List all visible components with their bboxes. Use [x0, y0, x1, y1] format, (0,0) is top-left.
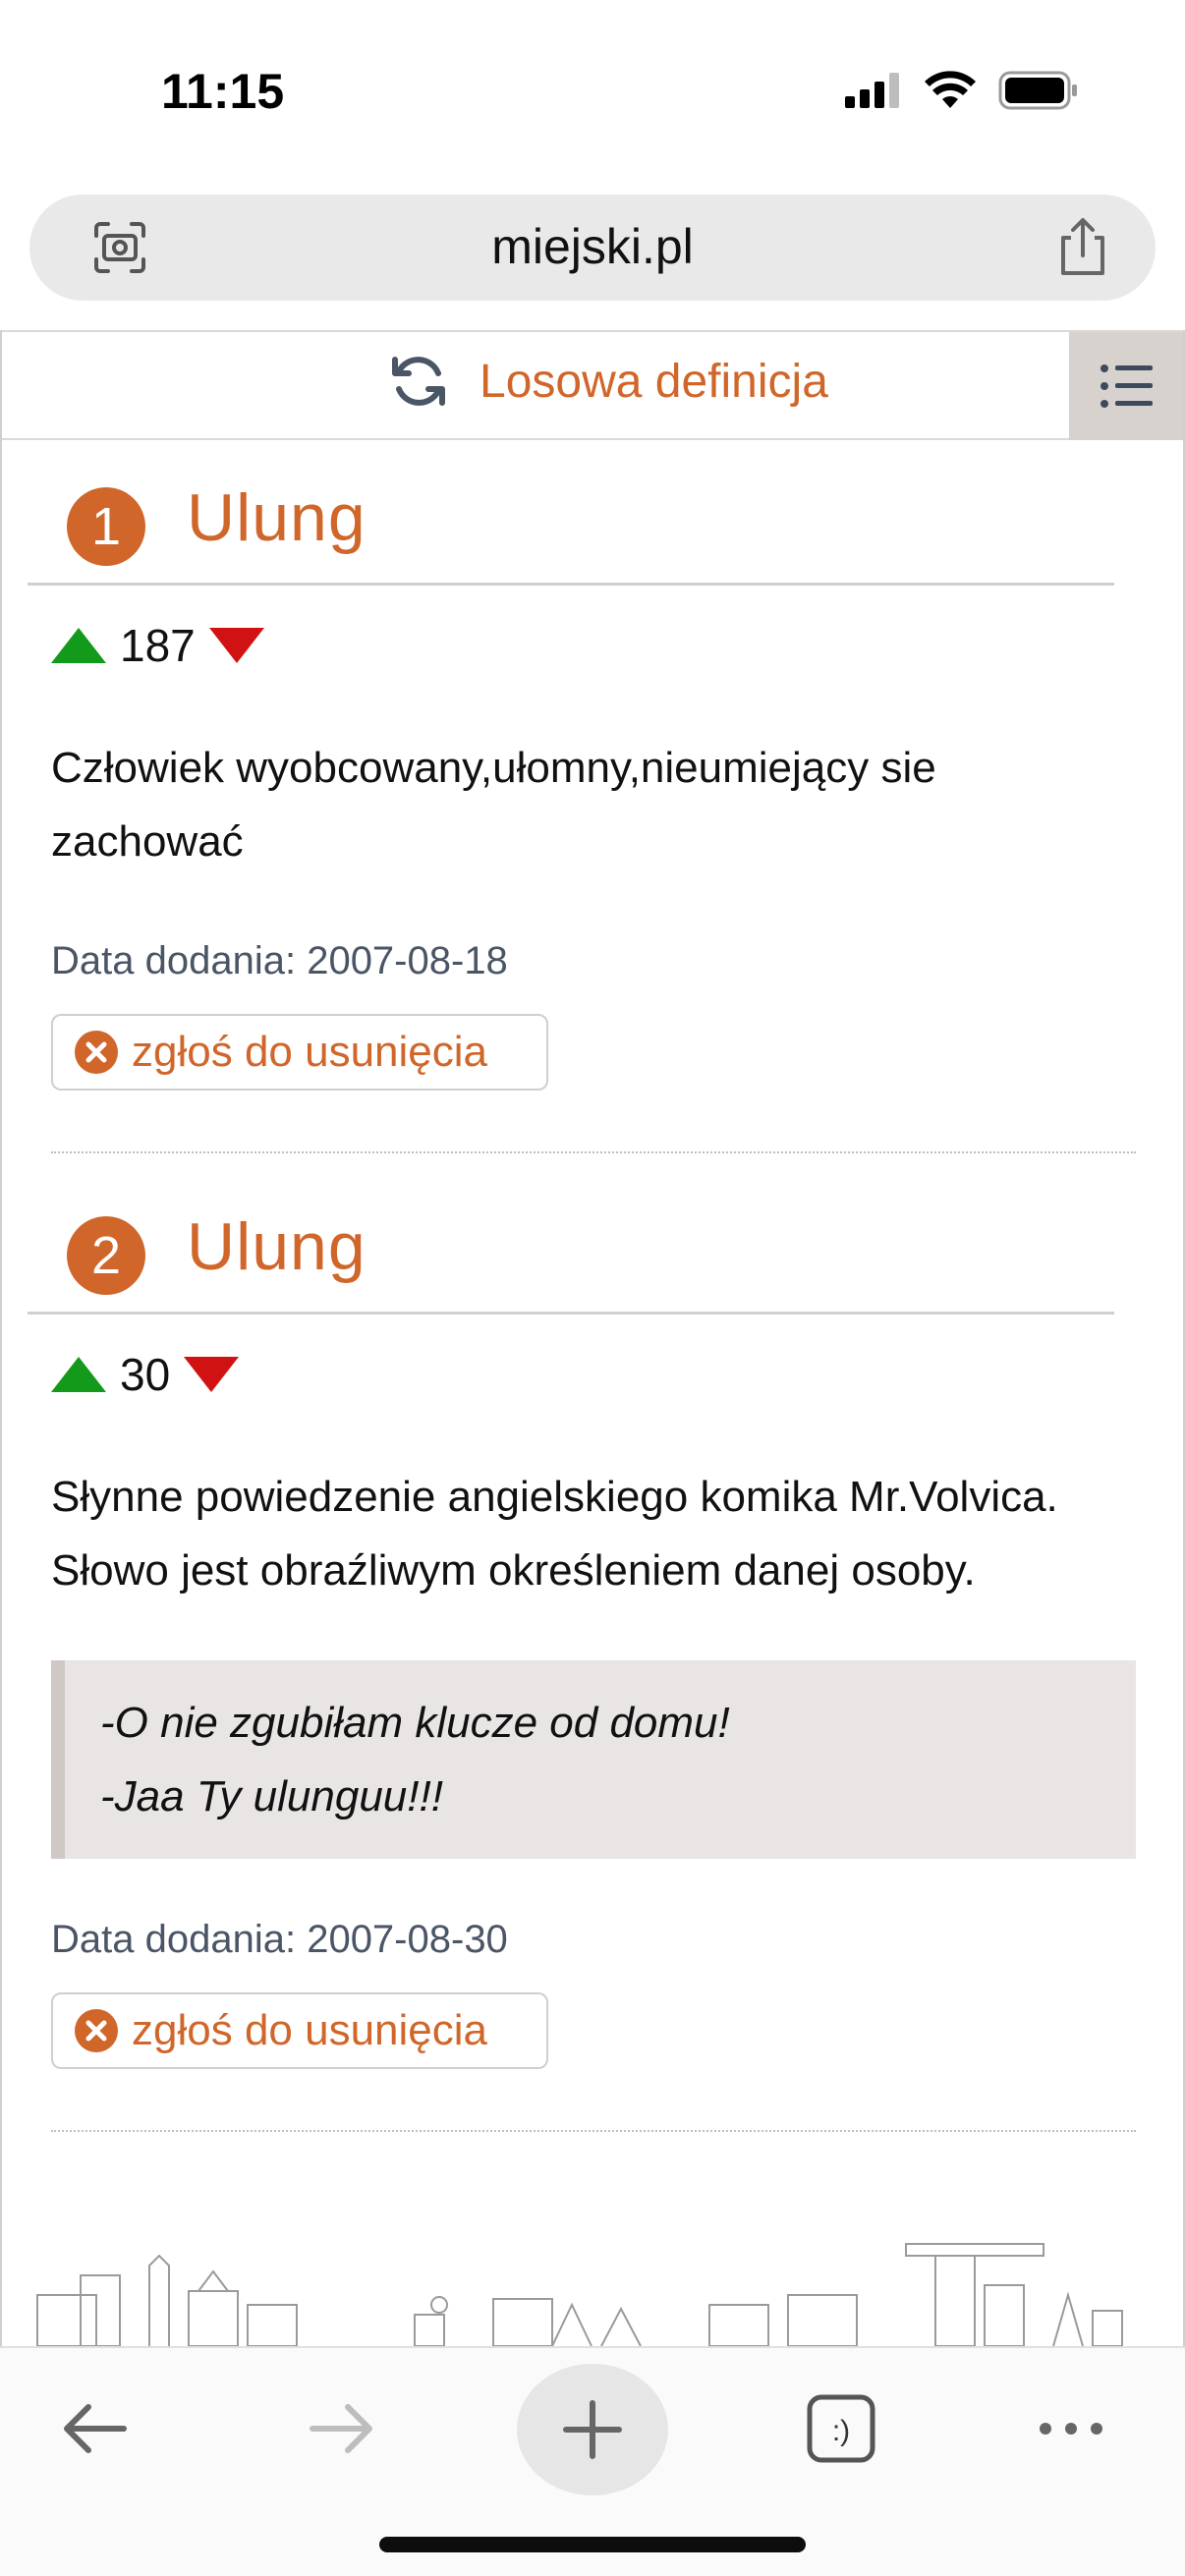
- back-button[interactable]: [45, 2380, 143, 2478]
- refresh-icon: [392, 357, 445, 406]
- status-bar: 11:15: [0, 0, 1185, 187]
- random-definition-label[interactable]: Losowa definicja: [480, 355, 828, 409]
- entry-header: 1 Ulung: [28, 440, 1114, 586]
- address-bar[interactable]: miejski.pl: [29, 195, 1156, 301]
- url-text[interactable]: miejski.pl: [29, 218, 1156, 275]
- menu-button[interactable]: [1069, 332, 1183, 440]
- tabs-button[interactable]: :): [792, 2380, 890, 2478]
- entry-separator: [51, 2130, 1136, 2132]
- menu-icon: [1100, 364, 1153, 408]
- plus-icon: [563, 2400, 622, 2459]
- forward-button[interactable]: [293, 2380, 391, 2478]
- entry-number-badge: 1: [67, 487, 145, 566]
- more-button[interactable]: [1022, 2380, 1120, 2478]
- votes: 30: [51, 1348, 240, 1401]
- svg-text::): :): [832, 2415, 850, 2447]
- entry-header: 2 Ulung: [28, 1169, 1114, 1315]
- home-indicator: [379, 2537, 806, 2552]
- example-line: -O nie zgubiłam klucze od domu!: [100, 1699, 730, 1747]
- report-button[interactable]: zgłoś do usunięcia: [51, 1014, 548, 1091]
- status-icons: [845, 71, 1079, 110]
- vote-count: 187: [120, 620, 196, 671]
- battery-icon: [998, 71, 1077, 110]
- signal-icon: [845, 73, 899, 108]
- upvote-icon[interactable]: [51, 628, 106, 663]
- top-navigation: Losowa definicja: [2, 330, 1183, 440]
- close-circle-icon: [75, 2009, 118, 2052]
- share-icon[interactable]: [1053, 216, 1112, 277]
- tabs-icon: :): [807, 2394, 875, 2463]
- report-label[interactable]: zgłoś do usunięcia: [132, 2006, 487, 2055]
- downvote-icon[interactable]: [208, 628, 264, 663]
- downvote-icon[interactable]: [184, 1357, 240, 1392]
- entry-separator: [51, 1151, 1136, 1153]
- city-skyline-illustration: [36, 2243, 1123, 2346]
- close-circle-icon: [75, 1031, 118, 1074]
- random-definition-link[interactable]: Losowa definicja: [387, 350, 828, 413]
- entry-title[interactable]: Ulung: [187, 479, 367, 556]
- example-line: -Jaa Ty ulunguu!!!: [100, 1772, 443, 1820]
- vote-count: 30: [120, 1349, 171, 1400]
- votes: 187: [51, 619, 264, 672]
- status-time: 11:15: [161, 64, 285, 119]
- definition-text: Człowiek wyobcowany,ułomny,nieumiejący s…: [51, 744, 936, 866]
- more-icon: [1040, 2423, 1102, 2435]
- wifi-icon: [925, 71, 976, 108]
- entry-title[interactable]: Ulung: [187, 1208, 367, 1285]
- forward-icon: [310, 2404, 372, 2453]
- upvote-icon[interactable]: [51, 1357, 106, 1392]
- definition-text: Słynne powiedzenie angielskiego komika M…: [51, 1473, 1058, 1595]
- entry-number-badge: 2: [67, 1216, 145, 1295]
- example-quote: -O nie zgubiłam klucze od domu! -Jaa Ty …: [51, 1660, 1136, 1859]
- report-button[interactable]: zgłoś do usunięcia: [51, 1992, 548, 2069]
- date-added: Data dodania: 2007-08-30: [51, 1918, 508, 1961]
- report-label[interactable]: zgłoś do usunięcia: [132, 1028, 487, 1077]
- date-added: Data dodania: 2007-08-18: [51, 939, 508, 982]
- back-icon: [64, 2404, 127, 2453]
- page-content: Losowa definicja 1 Ulung 187 Człowiek wy…: [0, 330, 1185, 2346]
- new-tab-button[interactable]: [517, 2364, 668, 2495]
